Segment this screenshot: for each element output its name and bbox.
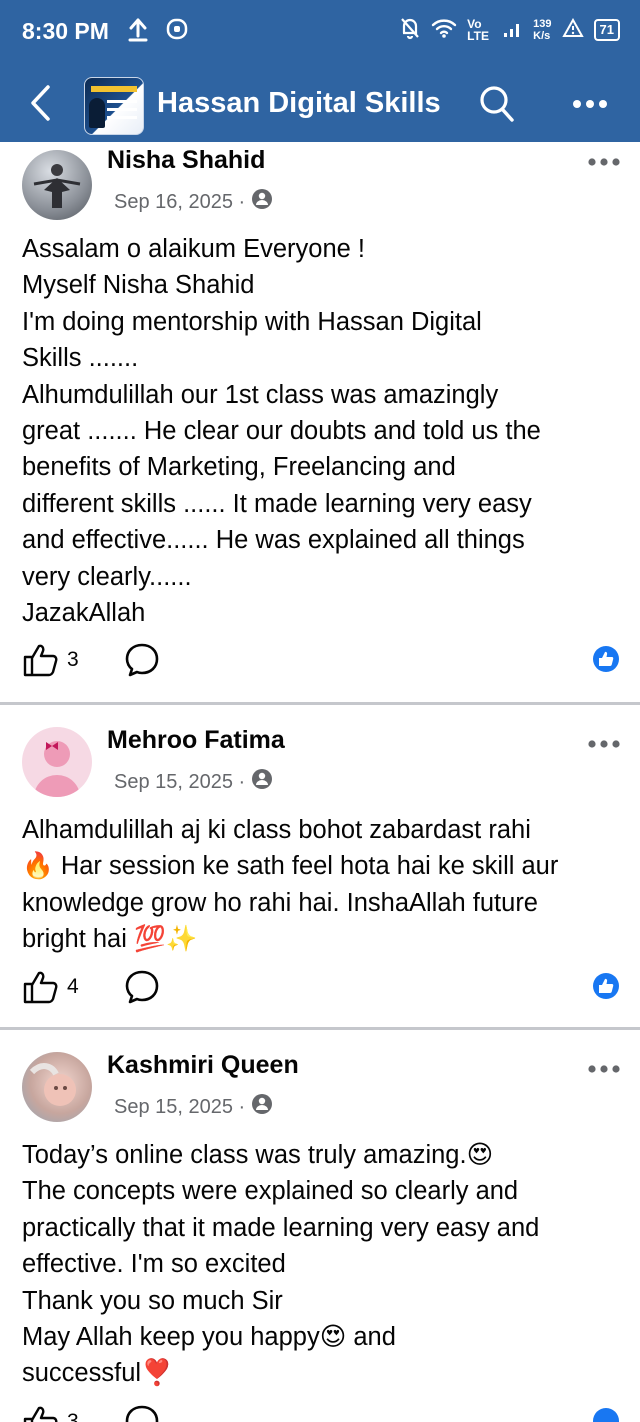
comment-icon[interactable] [124,642,160,683]
body-line: Assalam o alaikum Everyone ! [22,235,365,263]
body-line: Alhumdulillah our 1st class was amazingl… [22,380,499,409]
like-count: 3 [67,648,79,671]
body-line: May Allah keep you happy😍 and [22,1323,396,1352]
like-count: 3 [67,1410,79,1422]
signal-icon [503,19,523,40]
reaction-like-icon[interactable] [592,1407,620,1422]
group-members-icon [251,188,273,216]
post-more-icon[interactable] [587,1061,621,1079]
battery-indicator: 71 [593,18,620,41]
search-icon[interactable] [478,84,516,129]
post-more-icon[interactable] [587,736,621,754]
author-name[interactable]: Mehroo Fatima [107,726,285,755]
body-line: and effective...... He was explained all… [22,526,525,555]
reaction-like-icon[interactable] [592,972,620,1005]
body-line: Skills ....... [22,344,139,373]
body-line: Alhamdulillah aj ki class bohot zabardas… [22,816,531,844]
warning-icon [561,17,584,41]
post-mehroo-fatima: Mehroo Fatima Sep 15, 2025 · Alhamdulill… [0,705,640,1027]
more-options-icon[interactable] [572,96,608,114]
author-name[interactable]: Kashmiri Queen [107,1051,299,1080]
body-line: Myself Nisha Shahid [22,271,255,300]
post-body: Assalam o alaikum Everyone ! Myself Nish… [22,231,628,631]
post-actions: 3 [22,642,622,682]
body-line: practically that it made learning very e… [22,1213,540,1242]
post-date: Sep 15, 2025 · [114,1093,273,1121]
sync-icon [166,18,188,45]
body-line: 🔥 Har session ke sath feel hota hai ke s… [22,852,559,881]
network-speed: 139 K/s [533,18,551,42]
body-line: successful❣️ [22,1359,173,1388]
body-line: The concepts were explained so clearly a… [22,1177,519,1206]
speed-value: 139 [533,17,552,30]
body-line: bright hai 💯✨ [22,925,198,954]
date-text: Sep 15, 2025 · [114,1095,246,1118]
body-line: JazakAllah [22,599,146,628]
date-text: Sep 16, 2025 · [114,190,246,213]
group-title[interactable]: Hassan Digital Skills [157,87,441,120]
back-arrow-icon[interactable] [28,84,52,127]
body-line: knowledge grow ho rahi hai. InshaAllah f… [22,888,538,917]
avatar[interactable] [22,150,92,220]
avatar[interactable] [22,727,92,797]
group-members-icon [251,1093,273,1121]
like-icon[interactable] [22,1404,58,1422]
post-body: Alhamdulillah aj ki class bohot zabardas… [22,812,628,958]
date-text: Sep 15, 2025 · [114,770,246,793]
like-icon[interactable] [22,969,58,1010]
group-members-icon [251,768,273,796]
body-line: different skills ...... It made learning… [22,489,532,518]
post-actions: 3 [22,1404,622,1422]
comment-icon[interactable] [124,1404,160,1422]
post-date: Sep 15, 2025 · [114,768,273,796]
group-header: Hassan Digital Skills [0,66,640,142]
like-icon[interactable] [22,642,58,683]
like-count: 4 [67,975,79,998]
wifi-icon [431,17,457,42]
network-label: Vo LTE [467,16,489,43]
status-time: 8:30 PM [22,18,109,44]
body-line: benefits of Marketing, Freelancing and [22,453,456,482]
post-date: Sep 16, 2025 · [114,188,273,216]
mute-icon [399,16,421,43]
avatar[interactable] [22,1052,92,1122]
body-line: I'm doing mentorship with Hassan Digital [22,307,482,336]
avatar-banner [91,86,137,92]
comment-icon[interactable] [124,969,160,1010]
author-name[interactable]: Nisha Shahid [107,146,265,175]
post-kashmiri-queen: Kashmiri Queen Sep 15, 2025 · Today’s on… [0,1030,640,1422]
status-bar: 8:30 PM Vo LTE 139 K/s 71 [0,0,640,66]
post-actions: 4 [22,969,622,1009]
reaction-like-icon[interactable] [592,645,620,678]
post-more-icon[interactable] [587,154,621,172]
upload-icon [128,18,148,47]
body-line: effective. I'm so excited [22,1250,286,1279]
status-right: Vo LTE 139 K/s 71 [399,16,620,43]
avatar-person [89,98,105,128]
post-nisha-shahid: Nisha Shahid Sep 16, 2025 · Assalam o al… [0,142,640,702]
post-body: Today’s online class was truly amazing.😍… [22,1137,628,1392]
group-avatar[interactable] [84,77,144,135]
speed-unit: K/s [533,29,551,42]
body-line: very clearly...... [22,562,192,591]
body-line: Thank you so much Sir [22,1286,283,1315]
app-top-bar: 8:30 PM Vo LTE 139 K/s 71 Hassan Digital… [0,0,640,142]
body-line: Today’s online class was truly amazing.😍 [22,1141,494,1169]
body-line: great ....... He clear our doubts and to… [22,417,541,446]
